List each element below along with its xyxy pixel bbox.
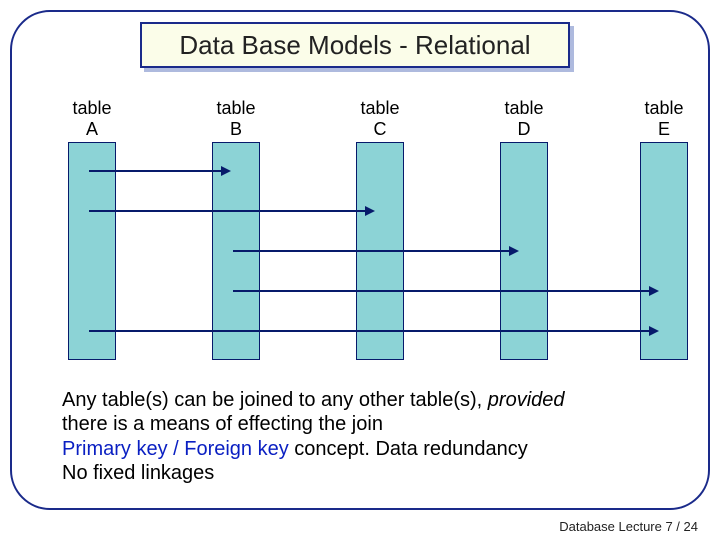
title-box: Data Base Models - Relational <box>140 22 570 68</box>
label-table-d: tableD <box>479 98 569 139</box>
label-table-b: tableB <box>191 98 281 139</box>
label-table-e: tableE <box>619 98 709 139</box>
body-line1b: provided <box>488 389 565 411</box>
arrowhead-icon <box>649 326 659 336</box>
arrowhead-icon <box>649 286 659 296</box>
label-table-a: tableA <box>47 98 137 139</box>
slide-title: Data Base Models - Relational <box>179 30 530 61</box>
arrow-b-e <box>233 290 651 292</box>
label-table-c: tableC <box>335 98 425 139</box>
rect-table-e <box>640 142 688 360</box>
body-line1a: Any table(s) can be joined to any other … <box>62 389 488 411</box>
arrow-b-d <box>233 250 511 252</box>
body-line4: No fixed linkages <box>62 461 672 485</box>
arrowhead-icon <box>221 166 231 176</box>
rect-table-a <box>68 142 116 360</box>
slide-frame: Data Base Models - Relational tableA tab… <box>10 10 710 510</box>
body-line3-concept: Primary key / Foreign key <box>62 438 289 460</box>
slide-footer: Database Lecture 7 / 24 <box>559 519 698 534</box>
arrowhead-icon <box>509 246 519 256</box>
arrowhead-icon <box>365 206 375 216</box>
arrow-a-c <box>89 210 367 212</box>
arrow-a-e <box>89 330 651 332</box>
body-line2: there is a means of effecting the join <box>62 412 672 436</box>
body-line3-rest: concept. Data redundancy <box>289 438 528 460</box>
arrow-a-b <box>89 170 223 172</box>
body-text: Any table(s) can be joined to any other … <box>62 388 672 486</box>
